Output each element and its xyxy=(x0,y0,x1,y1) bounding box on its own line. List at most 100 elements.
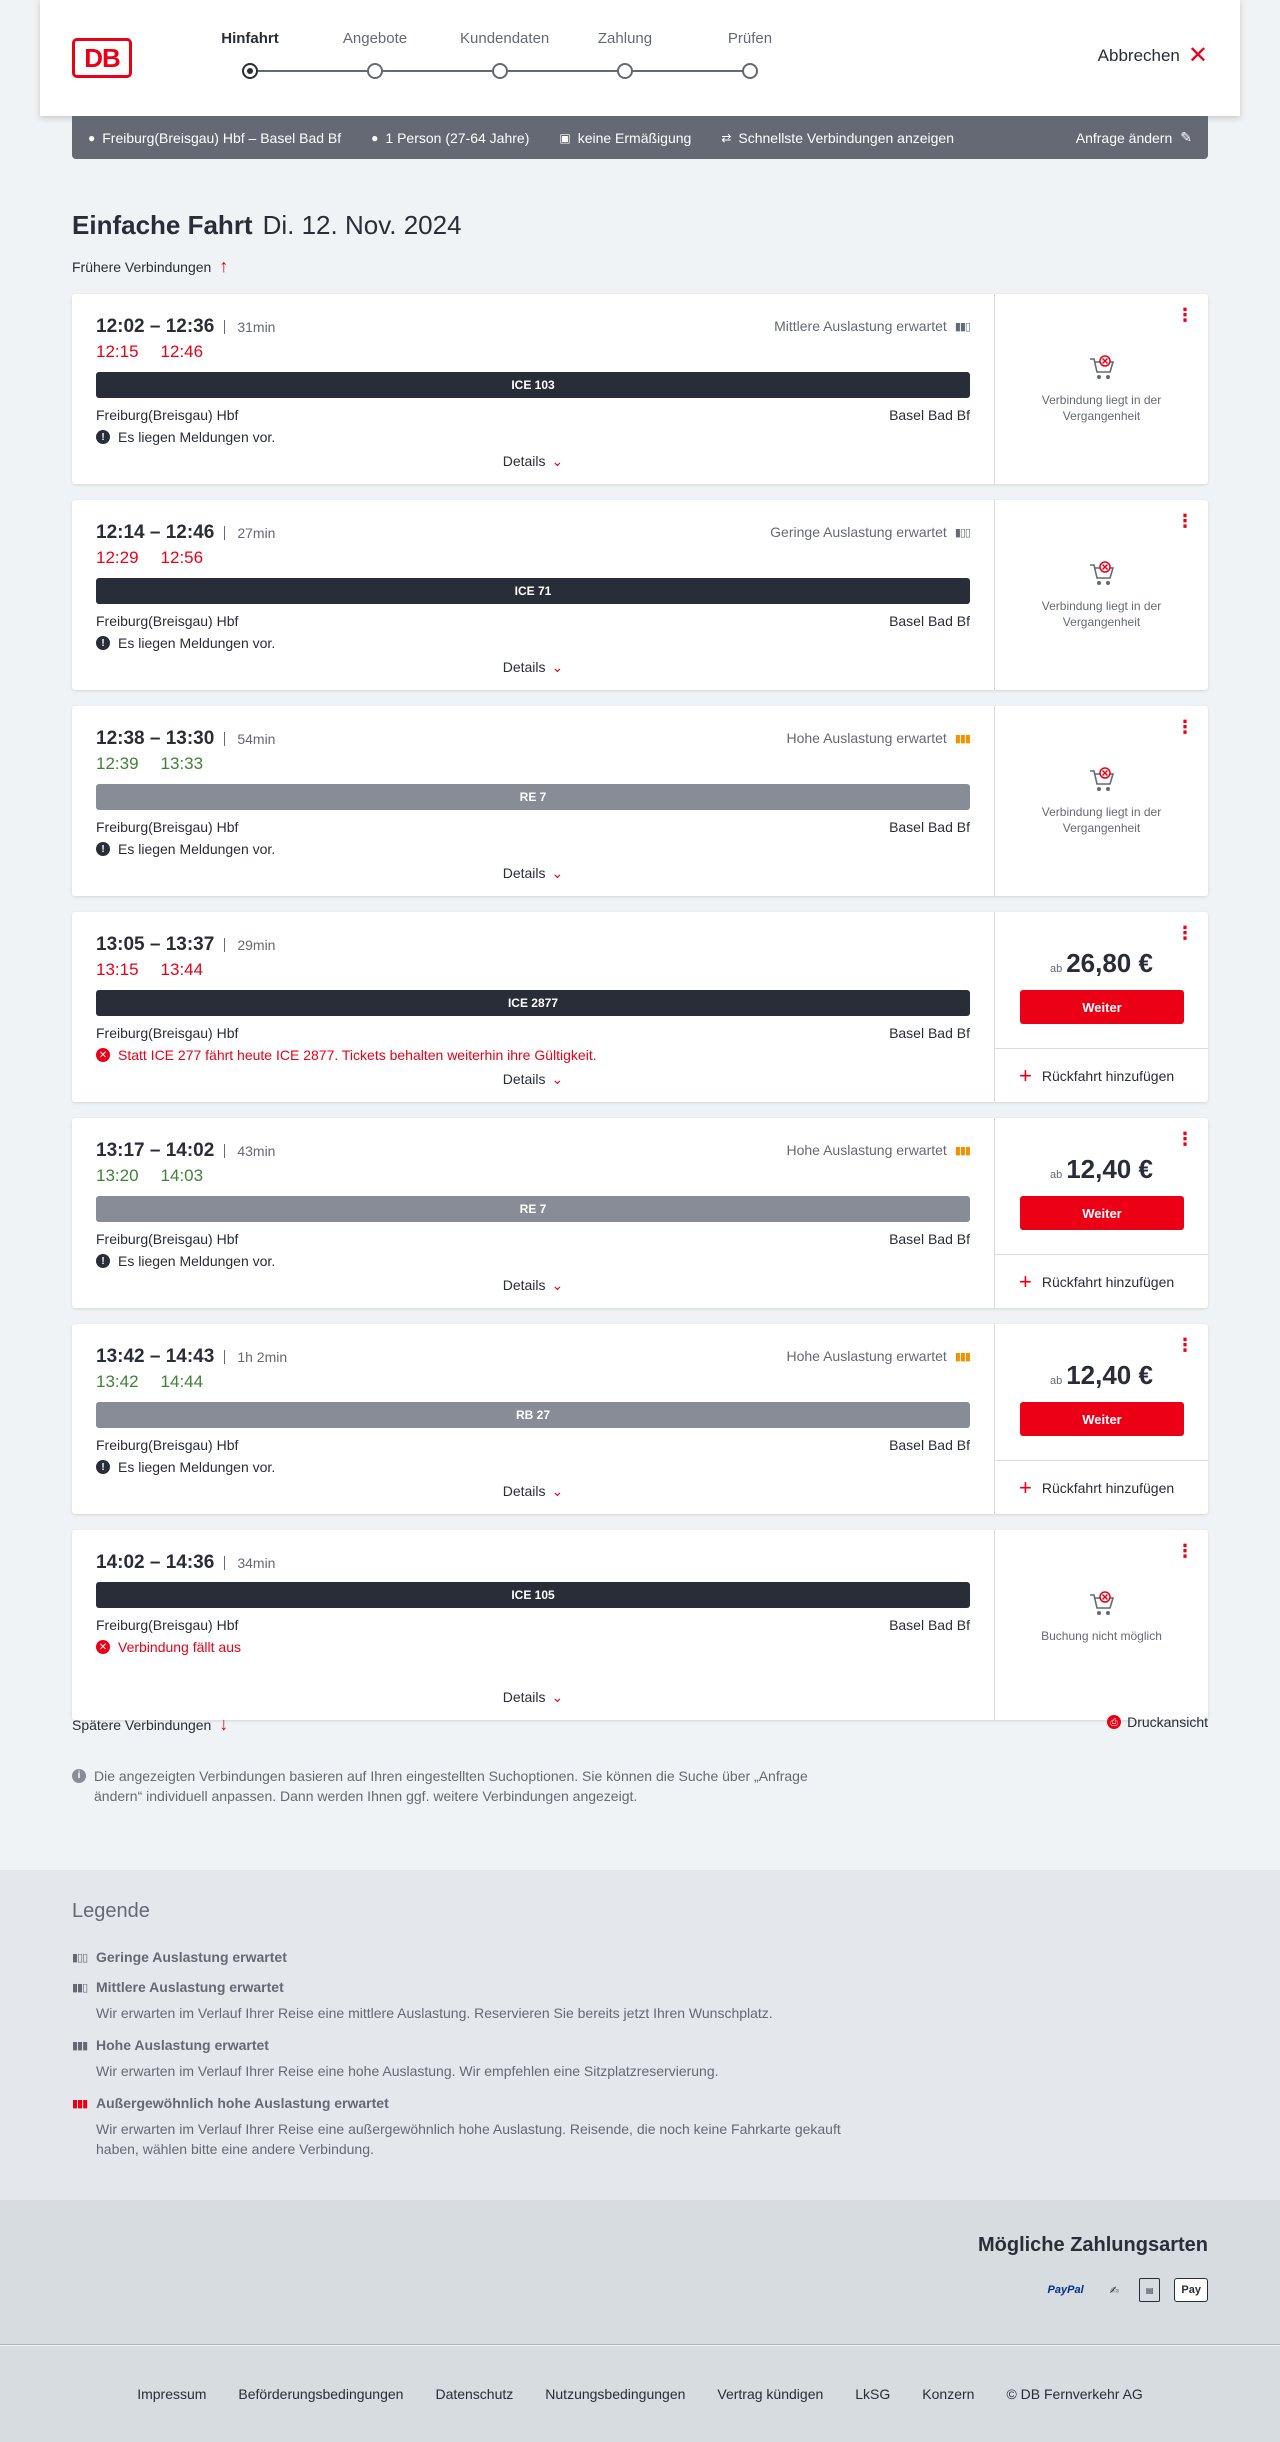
add-return-trip-button[interactable]: + Rückfahrt hinzufügen xyxy=(995,1460,1208,1514)
later-connections-link[interactable]: Spätere Verbindungen ↓ xyxy=(72,1714,228,1735)
realtime-times: 12:15 12:46 xyxy=(96,342,970,364)
occupancy-very-high-icon: ▮▮▮ xyxy=(72,2098,88,2110)
search-passengers: ● 1 Person (27-64 Jahre) xyxy=(371,130,529,146)
footer-link[interactable]: Beförderungsbedingungen xyxy=(238,2386,403,2402)
continue-button[interactable]: Weiter xyxy=(1020,990,1184,1024)
step-pruefen: Prüfen xyxy=(710,30,790,79)
offer-panel: ⋮ Verbindung liegt in der Vergangenheit xyxy=(994,500,1208,690)
connection-card[interactable]: 13:17 – 14:02 43min 13:20 14:03 Hohe Auslast… xyxy=(72,1118,1208,1308)
connection-card[interactable]: 13:05 – 13:37 29min 13:15 13:44 ICE 2877 Frei… xyxy=(72,912,1208,1102)
stations: Freiburg(Breisgau) Hbf Basel Bad Bf xyxy=(96,1025,970,1041)
stations: Freiburg(Breisgau) Hbf Basel Bad Bf xyxy=(96,1437,970,1453)
cancel-button[interactable]: Abbrechen ✕ xyxy=(1098,44,1208,68)
duration: 1h 2min xyxy=(224,1350,287,1364)
details-toggle[interactable]: Details ⌄ xyxy=(72,1689,994,1706)
more-options-icon[interactable]: ⋮ xyxy=(1176,512,1194,530)
search-summary-bar: ● Freiburg(Breisgau) Hbf – Basel Bad Bf ●… xyxy=(72,116,1208,159)
footer-link[interactable]: Vertrag kündigen xyxy=(717,2386,823,2402)
connection-card[interactable]: 14:02 – 14:36 34min ICE 105 Freiburg(Breisg… xyxy=(72,1530,1208,1720)
planned-times: 14:02 – 14:36 xyxy=(96,1552,215,1573)
more-options-icon[interactable]: ⋮ xyxy=(1176,1542,1194,1560)
step-label: Prüfen xyxy=(727,30,773,47)
details-toggle[interactable]: Details ⌄ xyxy=(72,865,994,882)
legend-content: Legende ▮▯▯ Geringe Auslastung erwartet ▮… xyxy=(72,1900,872,2173)
realtime-times: 13:15 13:44 xyxy=(96,960,970,982)
swap-icon: ⇄ xyxy=(721,130,732,145)
discount-text: keine Ermäßigung xyxy=(577,129,692,146)
duration: 29min xyxy=(224,938,275,952)
direct-debit-icon: ✍ xyxy=(1109,2284,1119,2297)
connection-card[interactable]: 12:14 – 12:46 27min 12:29 12:56 Geringe Ausl… xyxy=(72,500,1208,690)
search-discount: ▣ keine Ermäßigung xyxy=(559,130,691,146)
continue-button[interactable]: Weiter xyxy=(1020,1196,1184,1230)
footer-link[interactable]: Datenschutz xyxy=(435,2386,513,2402)
details-toggle[interactable]: Details ⌄ xyxy=(72,1277,994,1294)
occupancy-indicator: Hohe Auslastung erwartet ▮▮▮ xyxy=(786,730,972,746)
occupancy-indicator: Hohe Auslastung erwartet ▮▮▮ xyxy=(787,1142,972,1158)
details-toggle[interactable]: Details ⌄ xyxy=(72,1071,994,1088)
connection-card[interactable]: 13:42 – 14:43 1h 2min 13:42 14:44 Hohe Ausla… xyxy=(72,1324,1208,1514)
occupancy-label: Hohe Auslastung erwartet xyxy=(786,730,947,746)
train-bar[interactable]: ICE 103 xyxy=(96,372,970,398)
continue-button[interactable]: Weiter xyxy=(1020,1402,1184,1436)
details-toggle[interactable]: Details ⌄ xyxy=(72,659,994,676)
more-options-icon[interactable]: ⋮ xyxy=(1176,306,1194,324)
db-logo[interactable]: DB xyxy=(72,38,132,78)
stations: Freiburg(Breisgau) Hbf Basel Bad Bf xyxy=(96,613,970,629)
price: ab 12,40 € xyxy=(995,1154,1208,1185)
chevron-down-icon: ⌄ xyxy=(551,1277,564,1293)
details-label: Details xyxy=(502,865,546,881)
occupancy-indicator: Hohe Auslastung erwartet ▮▮▮ xyxy=(787,1348,972,1364)
print-view-link[interactable]: ⎙ Druckansicht xyxy=(1107,1714,1208,1730)
more-options-icon[interactable]: ⋮ xyxy=(1176,1336,1194,1354)
more-options-icon[interactable]: ⋮ xyxy=(1176,1130,1194,1148)
trip-type: Einfache Fahrt xyxy=(72,210,253,240)
price: ab 12,40 € xyxy=(995,1360,1208,1391)
connection-card[interactable]: 12:02 – 12:36 31min 12:15 12:46 Mittlere Aus… xyxy=(72,294,1208,484)
footer-link[interactable]: Konzern xyxy=(922,2386,974,2402)
more-options-icon[interactable]: ⋮ xyxy=(1176,718,1194,736)
realtime-times: 13:20 14:03 xyxy=(96,1166,970,1188)
offer-panel: ⋮ ab 26,80 € Weiter + Rückfahrt hinzufügen xyxy=(994,912,1208,1102)
add-return-trip-button[interactable]: + Rückfahrt hinzufügen xyxy=(995,1048,1208,1102)
details-toggle[interactable]: Details ⌄ xyxy=(72,453,994,470)
alert-icon: ✕ xyxy=(96,1048,110,1062)
footer-link[interactable]: Impressum xyxy=(137,2386,206,2402)
message-text: Es liegen Meldungen vor. xyxy=(118,429,276,445)
connection-message: ! Es liegen Meldungen vor. xyxy=(96,841,970,857)
train-bar[interactable]: ICE 105 xyxy=(96,1582,970,1608)
connection-message: ✕ Statt ICE 277 fährt heute ICE 2877. Tic… xyxy=(96,1047,970,1063)
legend-item-title: Außergewöhnlich hohe Auslastung erwartet xyxy=(96,2095,389,2111)
planned-times: 13:42 – 14:43 xyxy=(96,1346,215,1367)
more-options-icon[interactable]: ⋮ xyxy=(1176,924,1194,942)
notice-icon: ! xyxy=(96,636,110,650)
footer-link: © DB Fernverkehr AG xyxy=(1006,2386,1143,2402)
step-dot xyxy=(742,63,758,79)
connection-message: ! Es liegen Meldungen vor. xyxy=(96,1253,970,1269)
train-bar[interactable]: RB 27 xyxy=(96,1402,970,1428)
occupancy-high-icon: ▮▮▮ xyxy=(954,1350,971,1363)
train-bar[interactable]: ICE 2877 xyxy=(96,990,970,1016)
legend-item-desc: Wir erwarten im Verlauf Ihrer Reise eine… xyxy=(96,2005,773,2021)
footer-link[interactable]: Nutzungsbedingungen xyxy=(545,2386,685,2402)
legend-item-high: ▮▮▮ Hohe Auslastung erwartet Wir erwarten … xyxy=(72,2037,872,2081)
train-bar[interactable]: ICE 71 xyxy=(96,578,970,604)
planned-times: 12:14 – 12:46 xyxy=(96,522,215,543)
earlier-connections-link[interactable]: Frühere Verbindungen ↑ xyxy=(72,256,228,277)
origin-station: Freiburg(Breisgau) Hbf xyxy=(96,1617,239,1633)
planned-times: 13:05 – 13:37 xyxy=(96,934,215,955)
details-toggle[interactable]: Details ⌄ xyxy=(72,1483,994,1500)
add-return-trip-button[interactable]: + Rückfahrt hinzufügen xyxy=(995,1254,1208,1308)
location-pin-icon: ● xyxy=(88,130,96,145)
train-bar[interactable]: RE 7 xyxy=(96,1196,970,1222)
footer-link[interactable]: LkSG xyxy=(855,2386,890,2402)
destination-station: Basel Bad Bf xyxy=(889,819,970,835)
train-bar[interactable]: RE 7 xyxy=(96,784,970,810)
realtime-departure: 12:29 xyxy=(96,548,139,567)
change-request-button[interactable]: Anfrage ändern ✎ xyxy=(1076,129,1192,146)
connection-card[interactable]: 12:38 – 13:30 54min 12:39 13:33 Hohe Auslast… xyxy=(72,706,1208,896)
realtime-departure: 13:42 xyxy=(96,1372,139,1391)
details-label: Details xyxy=(502,1689,546,1705)
legend-item-desc: Wir erwarten im Verlauf Ihrer Reise eine… xyxy=(96,2063,719,2079)
option-text: Schnellste Verbindungen anzeigen xyxy=(738,129,955,146)
